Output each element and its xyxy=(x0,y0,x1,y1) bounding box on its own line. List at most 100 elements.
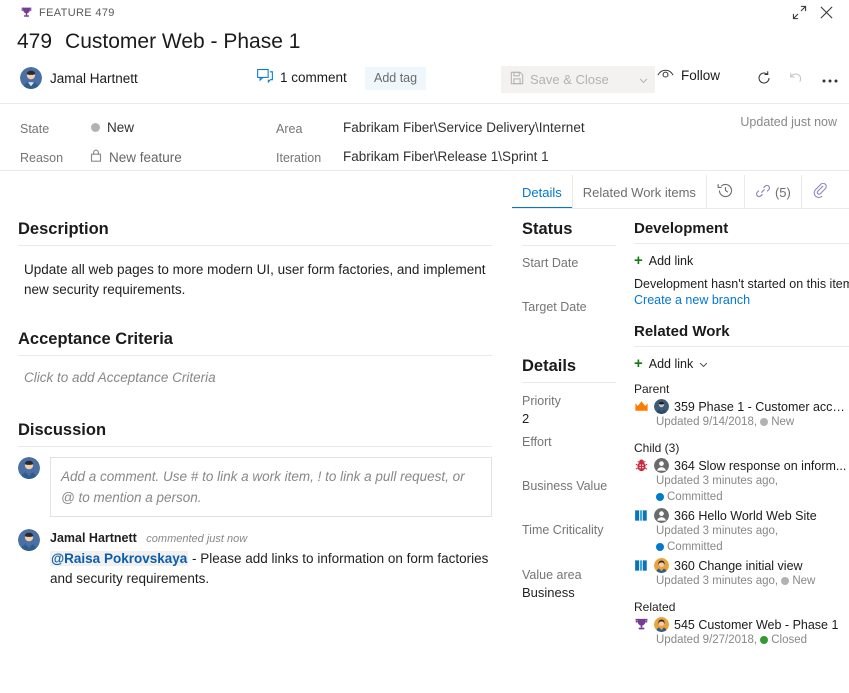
undo-button[interactable] xyxy=(784,68,808,92)
description-heading: Description xyxy=(18,220,109,238)
more-options-button[interactable] xyxy=(818,68,842,92)
priority-label: Priority xyxy=(522,394,561,408)
area-label: Area xyxy=(276,122,303,136)
link-icon xyxy=(755,183,771,202)
tab-history[interactable] xyxy=(707,175,745,209)
avatar xyxy=(654,558,669,573)
tab-details-label: Details xyxy=(522,184,562,200)
save-and-close-dropdown[interactable] xyxy=(631,66,655,93)
related-work-item-link[interactable]: 359 Phase 1 - Customer acce... xyxy=(674,400,849,414)
acceptance-criteria-heading: Acceptance Criteria xyxy=(18,330,173,348)
time-criticality-value[interactable] xyxy=(522,540,624,557)
related-work-item[interactable]: 359 Phase 1 - Customer acce... Updated 9/… xyxy=(634,399,849,430)
related-work-item[interactable]: 360 Change initial view Updated 3 minutes… xyxy=(634,558,849,589)
tab-links-count: (5) xyxy=(774,184,791,200)
comment-count-label: 1 comment xyxy=(280,70,347,85)
related-work-item[interactable]: 545 Customer Web - Phase 1 Updated 9/27/2… xyxy=(634,617,849,648)
work-item-title[interactable]: Customer Web - Phase 1 xyxy=(65,30,300,54)
state-label: State xyxy=(20,122,50,136)
related-work-add-link-button[interactable]: + Add link xyxy=(634,356,849,371)
tabs-divider xyxy=(512,208,849,209)
value-area-value[interactable]: Business xyxy=(522,585,624,600)
comment-icon xyxy=(257,69,273,86)
create-new-branch-link[interactable]: Create a new branch xyxy=(634,292,849,309)
feature-trophy-icon xyxy=(635,618,648,630)
related-work-item-meta: Updated 9/27/2018, Closed xyxy=(656,632,849,648)
save-and-close-button[interactable]: Save & Close xyxy=(501,66,631,93)
tab-related-work-items[interactable]: Related Work items xyxy=(573,175,707,209)
related-work-group: Parent 359 Phase 1 - Customer acce... Upd… xyxy=(634,382,849,430)
related-work-item-meta: Updated 3 minutes ago, Committed xyxy=(656,523,849,555)
tab-attachments[interactable] xyxy=(802,175,838,209)
close-window-button[interactable] xyxy=(814,3,838,27)
refresh-icon xyxy=(756,70,772,91)
work-item-id: 479 xyxy=(17,30,53,53)
ellipsis-icon xyxy=(821,71,839,89)
mention-link[interactable]: @Raisa Pokrovskaya xyxy=(50,551,189,566)
tab-details[interactable]: Details xyxy=(512,175,573,209)
related-work-item-state: Committed xyxy=(667,541,723,553)
core-fields-strip: State New Reason New feature Area Fabrik… xyxy=(0,104,849,170)
avatar xyxy=(18,529,40,589)
add-tag-button[interactable]: Add tag xyxy=(365,67,427,90)
start-date-value[interactable] xyxy=(522,273,624,290)
related-work-group-label: Child (3) xyxy=(634,441,680,455)
business-value-value[interactable] xyxy=(522,496,624,513)
related-work-item-meta: Updated 3 minutes ago, Committed xyxy=(656,473,849,505)
follow-button[interactable]: Follow xyxy=(657,68,720,83)
related-work-item-link[interactable]: 366 Hello World Web Site xyxy=(674,509,817,523)
target-date-value[interactable] xyxy=(522,317,624,334)
related-work-group: Related 545 Customer Web - Phase 1 Update… xyxy=(634,600,849,648)
status-divider xyxy=(522,245,616,246)
assigned-to-name: Jamal Hartnett xyxy=(50,70,138,86)
bug-icon xyxy=(635,459,648,472)
work-item-header: FEATURE 479 479 Customer Web - Phase 1 J… xyxy=(0,0,849,103)
status-heading: Status xyxy=(522,220,573,238)
expand-window-button[interactable] xyxy=(787,3,811,27)
related-work-item-state: New xyxy=(792,575,816,587)
comment-input[interactable]: Add a comment. Use # to link a work item… xyxy=(50,457,492,517)
related-work-item-updated: Updated 3 minutes ago, xyxy=(656,525,779,537)
details-middle-column: Status Start Date Target Date Details Pr… xyxy=(512,210,624,693)
related-work-item[interactable]: 364 Slow response on inform... Updated 3 … xyxy=(634,458,849,505)
time-criticality-label: Time Criticality xyxy=(522,523,604,537)
reason-label: Reason xyxy=(20,151,64,165)
related-work-item-link[interactable]: 364 Slow response on inform... xyxy=(674,459,846,473)
iteration-value[interactable]: Fabrikam Fiber\Release 1\Sprint 1 xyxy=(343,149,549,164)
priority-value[interactable]: 2 xyxy=(522,411,624,426)
acceptance-criteria-input[interactable]: Click to add Acceptance Criteria xyxy=(18,366,492,385)
comment-count-button[interactable]: 1 comment xyxy=(257,69,347,86)
refresh-button[interactable] xyxy=(752,68,776,92)
related-work-item-meta: Updated 3 minutes ago, New xyxy=(656,573,849,589)
lock-icon xyxy=(90,149,102,165)
related-work-item-title-row: 366 Hello World Web Site xyxy=(634,508,849,523)
development-add-link-button[interactable]: + Add link xyxy=(634,253,849,268)
assigned-to[interactable]: Jamal Hartnett xyxy=(20,67,138,89)
avatar xyxy=(654,617,669,632)
user-story-icon xyxy=(635,510,647,521)
comment-timestamp: commented just now xyxy=(146,533,248,545)
work-item-title-row: 479 Customer Web - Phase 1 xyxy=(17,30,300,54)
state-dot-icon xyxy=(760,635,769,644)
related-work-item-link[interactable]: 360 Change initial view xyxy=(674,559,803,573)
description-body[interactable]: Update all web pages to more modern UI, … xyxy=(18,256,492,300)
related-work-item-title-row: 359 Phase 1 - Customer acce... xyxy=(634,399,849,414)
area-value[interactable]: Fabrikam Fiber\Service Delivery\Internet xyxy=(343,120,585,135)
effort-value[interactable] xyxy=(522,452,624,469)
description-divider xyxy=(18,245,492,246)
acceptance-criteria-divider xyxy=(18,355,492,356)
discussion-heading: Discussion xyxy=(18,421,107,439)
related-work-item[interactable]: 366 Hello World Web Site Updated 3 minute… xyxy=(634,508,849,555)
related-work-item-updated: Updated 9/14/2018, xyxy=(656,416,761,428)
related-work-heading: Related Work xyxy=(634,323,730,340)
development-divider xyxy=(634,243,849,244)
state-value[interactable]: New xyxy=(91,120,134,135)
avatar xyxy=(654,458,669,473)
expand-icon xyxy=(792,5,807,25)
related-work-item-link[interactable]: 545 Customer Web - Phase 1 xyxy=(674,618,838,632)
development-empty-note: Development hasn't started on this item. xyxy=(634,277,849,291)
discussion-divider xyxy=(18,446,492,447)
effort-label: Effort xyxy=(522,435,552,449)
tab-links[interactable]: (5) xyxy=(745,175,802,209)
details-divider xyxy=(522,382,616,383)
